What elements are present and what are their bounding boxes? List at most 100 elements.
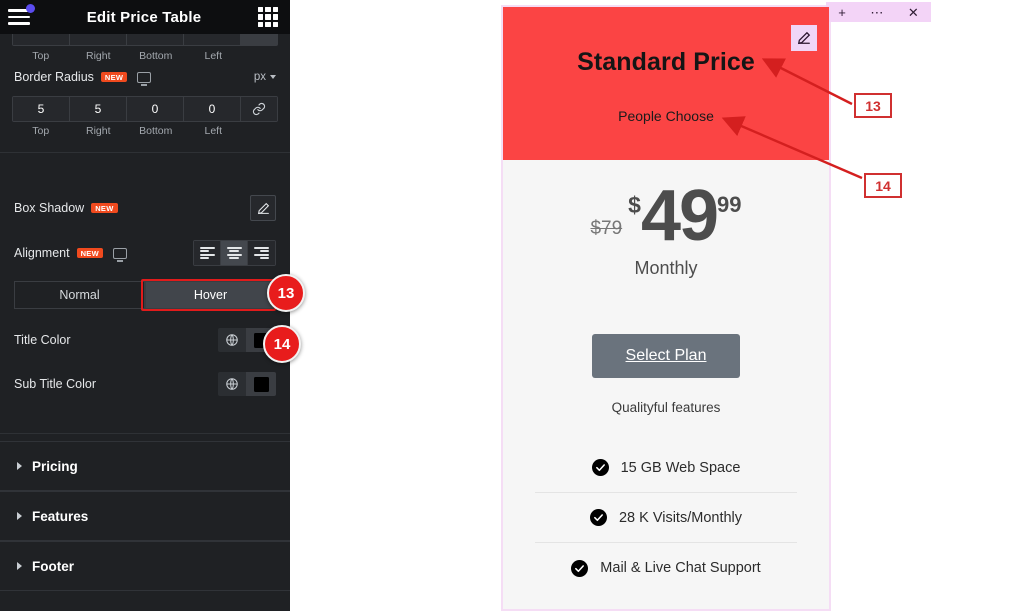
sub-title-color-label: Sub Title Color [14,377,96,391]
border-radius-right-input[interactable]: 5 [70,97,127,121]
notification-dot-icon [26,4,35,13]
clipped-cell[interactable] [70,34,127,45]
list-item: Mail & Live Chat Support [535,543,797,593]
dimension-label-top: Top [32,125,50,137]
new-badge: NEW [91,202,118,214]
check-circle-icon [591,459,609,476]
feature-text: 28 K Visits/Monthly [618,509,743,526]
dimension-label-right: Right [85,125,111,137]
annotation-box-13: 13 [854,93,892,118]
widget-toolbar: + ⋯ ✕ [826,2,931,22]
annotation-box-14: 14 [864,173,902,198]
state-tabs: Normal Hover [14,281,276,309]
section-label: Pricing [32,458,78,474]
pencil-edit-icon[interactable] [791,25,817,51]
screen-root: Edit Price Table Top Right Bottom Left B… [0,0,1024,611]
clipped-cell[interactable] [184,34,241,45]
dimension-label-left: Left [204,50,222,62]
globe-icon[interactable] [218,328,246,352]
sub-title-color-control [218,372,276,396]
editor-panel: Edit Price Table Top Right Bottom Left B… [0,0,290,611]
grid-apps-icon[interactable] [258,7,278,27]
unit-value: px [253,71,266,83]
tab-hover[interactable]: Hover [145,281,276,309]
border-radius-dimension-labels: Top Right Bottom Left [12,125,278,137]
sidebar-item-features[interactable]: Features [0,491,290,541]
sidebar-item-footer[interactable]: Footer [0,541,290,591]
border-radius-label: Border Radius [14,70,94,84]
cta-wrap: Select Plan Qualityful features [503,334,829,415]
clipped-cell[interactable] [13,34,70,45]
new-badge: NEW [100,71,128,83]
dimension-label-spacer [242,125,278,137]
chevron-down-icon [270,75,276,79]
alignment-row: Alignment NEW [14,240,276,266]
dimension-label-left: Left [204,125,222,137]
feature-text: 15 GB Web Space [620,459,741,476]
box-shadow-label: Box Shadow [14,201,85,215]
dimension-label-bottom: Bottom [139,125,173,137]
new-badge: NEW [76,247,103,259]
tab-normal[interactable]: Normal [14,281,145,309]
dimension-label-right: Right [85,50,111,62]
chevron-right-icon [17,462,22,470]
pencil-edit-icon[interactable] [250,195,276,221]
color-swatch [253,376,269,392]
price-table-subtitle: People Choose [618,108,714,124]
list-item: 15 GB Web Space [535,443,797,493]
panel-body: Top Right Bottom Left Border Radius NEW … [0,34,290,611]
unit-selector[interactable]: px [254,71,276,83]
clipped-input-row[interactable] [12,34,278,46]
border-radius-left-input[interactable]: 0 [184,97,241,121]
align-center-icon[interactable] [221,241,248,265]
clipped-dimension-labels: Top Right Bottom Left [12,50,278,62]
border-radius-inputs[interactable]: 5 5 0 0 [12,96,278,122]
chevron-right-icon [17,562,22,570]
cta-note: Qualityful features [611,400,721,415]
panel-title: Edit Price Table [86,8,202,26]
dimension-label-bottom: Bottom [139,50,173,62]
section-label: Features [32,508,89,524]
add-widget-icon[interactable]: + [838,6,846,19]
preview-canvas: + ⋯ ✕ Standard Price People Choose $79 $… [290,0,1024,611]
close-icon[interactable]: ✕ [908,6,919,19]
box-shadow-row: Box Shadow NEW [14,195,276,221]
divider [0,433,290,434]
price-amount: 49 [640,176,719,256]
price-table-title: Standard Price [577,48,755,76]
price-table-header: Standard Price People Choose [503,7,829,160]
price-table-widget[interactable]: + ⋯ ✕ Standard Price People Choose $79 $… [501,2,931,611]
divider [0,152,290,153]
globe-icon[interactable] [218,372,246,396]
border-radius-bottom-input[interactable]: 0 [127,97,184,121]
feature-text: Mail & Live Chat Support [600,560,761,576]
align-left-icon[interactable] [194,241,221,265]
border-radius-row: Border Radius NEW px [14,70,276,84]
panel-header: Edit Price Table [0,0,290,34]
sub-title-color-swatch-button[interactable] [246,372,276,396]
desktop-monitor-icon[interactable] [113,247,127,259]
select-plan-button[interactable]: Select Plan [591,334,741,378]
link-chain-icon[interactable] [241,97,277,121]
chevron-right-icon [17,512,22,520]
annotation-badge-13: 13 [267,274,305,312]
clipped-cell[interactable] [127,34,184,45]
section-label: Footer [32,558,74,574]
sidebar-item-pricing[interactable]: Pricing [0,441,290,491]
dimension-label-top: Top [32,50,50,62]
currency-symbol: $ [628,192,641,218]
list-item: 28 K Visits/Monthly [535,493,797,543]
desktop-monitor-icon[interactable] [137,71,152,83]
sub-title-color-row: Sub Title Color [14,372,276,396]
border-radius-top-input[interactable]: 5 [13,97,70,121]
align-right-icon[interactable] [248,241,275,265]
title-color-label: Title Color [14,333,71,347]
clipped-link-cell[interactable] [241,34,277,45]
alignment-label: Alignment [14,246,70,260]
price-period: Monthly [634,258,698,279]
hamburger-icon[interactable] [8,4,35,25]
features-list: 15 GB Web Space 28 K Visits/Monthly Mail… [503,443,829,593]
annotation-badge-14: 14 [263,325,301,363]
more-options-icon[interactable]: ⋯ [870,6,883,19]
original-price: $79 [590,218,623,240]
